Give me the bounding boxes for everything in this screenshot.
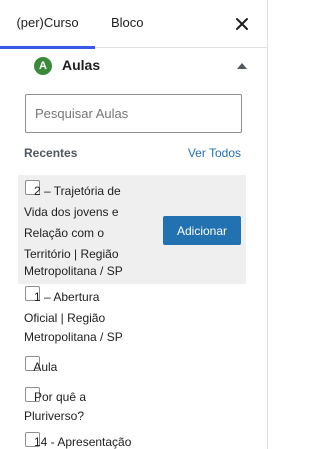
item-line: 2 – Trajetória de: [24, 184, 121, 198]
item-line: Aula: [24, 360, 58, 374]
view-all-link[interactable]: Ver Todos: [188, 146, 241, 160]
list-item[interactable]: 14 - Apresentação: [18, 431, 246, 449]
item-line: Oficial | Região: [24, 311, 106, 325]
item-line: 1 – Abertura: [24, 290, 100, 304]
item-line: Metropolitana / SP: [24, 264, 123, 278]
search-wrapper: [25, 94, 242, 133]
item-line: Metropolitana / SP: [24, 330, 123, 344]
item-line: Vida dos jovens e: [24, 205, 119, 219]
add-button[interactable]: Adicionar: [163, 216, 241, 245]
item-line: Por quê a: [24, 390, 87, 404]
search-input[interactable]: [25, 94, 242, 133]
item-line: Relação com o: [24, 226, 105, 240]
list-item[interactable]: 2 – Trajetória de Vida dos jovens e Rela…: [18, 175, 246, 284]
list-item[interactable]: Por quê a Pluriverso?: [18, 386, 246, 428]
section-title: Aulas: [62, 57, 101, 73]
tab-block[interactable]: Bloco: [111, 0, 144, 48]
item-line: Pluriverso?: [24, 409, 85, 423]
chevron-up-icon[interactable]: [237, 62, 247, 70]
section-header[interactable]: A Aulas: [0, 48, 267, 88]
close-icon[interactable]: [233, 15, 251, 33]
recent-label: Recentes: [24, 146, 78, 160]
block-inserter-panel: (per)Curso Bloco A Aulas Recentes Ver To…: [0, 0, 268, 449]
item-line: 14 - Apresentação: [24, 435, 132, 449]
tab-course[interactable]: (per)Curso: [0, 0, 95, 49]
sidebar-tabs: (per)Curso Bloco: [0, 0, 267, 49]
list-item[interactable]: 1 – Abertura Oficial | Região Metropolit…: [18, 284, 246, 348]
list-item[interactable]: Aula: [18, 355, 246, 379]
section-badge-icon: A: [34, 57, 52, 75]
